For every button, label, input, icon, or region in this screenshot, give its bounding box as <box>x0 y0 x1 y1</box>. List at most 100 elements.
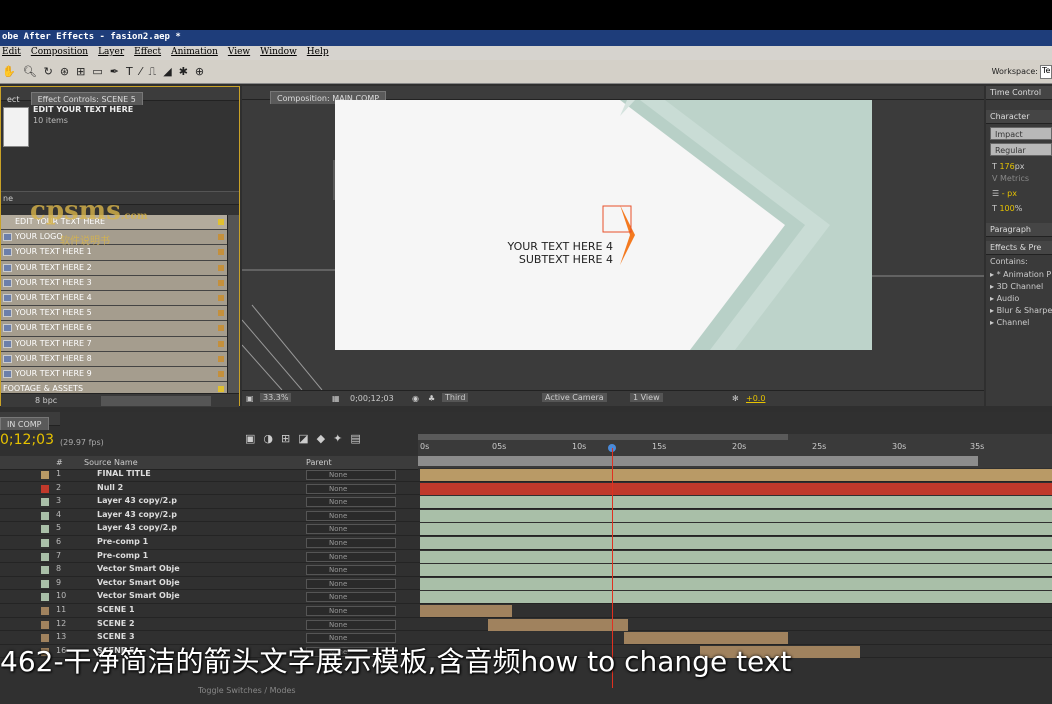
view-layout-select[interactable]: 1 View <box>630 393 663 402</box>
paragraph-header[interactable]: Paragraph <box>986 223 1052 237</box>
axis-mode-icon[interactable]: ⊕ <box>195 65 204 78</box>
draft-3d-icon[interactable]: ◑ <box>263 432 273 448</box>
list-item[interactable]: YOUR TEXT HERE 8 <box>1 351 227 367</box>
brush-tool-icon[interactable]: ⁄ <box>140 65 142 78</box>
time-controls-header[interactable]: Time Control <box>986 86 1052 100</box>
parent-select[interactable]: None <box>306 619 396 630</box>
layer-name[interactable]: Layer 43 copy/2.p <box>97 523 177 532</box>
parent-select[interactable]: None <box>306 470 396 480</box>
list-item[interactable]: YOUR TEXT HERE 2 <box>1 260 227 276</box>
table-row[interactable]: 10 Vector Smart Obje None <box>0 590 1052 604</box>
layer-name[interactable]: SCENE 1 <box>97 605 135 614</box>
brainstorm-icon[interactable]: ✦ <box>333 432 342 448</box>
layer-name[interactable]: Pre-comp 1 <box>97 537 148 546</box>
layer-name[interactable]: FINAL TITLE <box>97 469 151 478</box>
camera-select[interactable]: Active Camera <box>542 393 607 402</box>
column-name[interactable]: ne <box>3 194 13 203</box>
font-select[interactable]: Impact <box>990 127 1052 140</box>
parent-select[interactable]: None <box>306 565 396 576</box>
table-row[interactable]: 12 SCENE 2 None <box>0 618 1052 632</box>
scale-row[interactable]: T 100% <box>986 198 1052 213</box>
motion-blur-icon[interactable]: ◪ <box>298 432 308 448</box>
layer-name[interactable]: Layer 43 copy/2.p <box>97 510 177 519</box>
project-hscroll[interactable] <box>101 396 211 406</box>
eraser-tool-icon[interactable]: ◢ <box>163 65 171 78</box>
label-color-swatch[interactable] <box>41 566 49 575</box>
zoom-select[interactable]: 33.3% <box>260 393 292 402</box>
layer-name[interactable]: Vector Smart Obje <box>97 578 180 587</box>
menu-layer[interactable]: Layer <box>98 47 124 60</box>
layer-duration-bar[interactable] <box>420 591 1052 604</box>
layer-duration-bar[interactable] <box>420 509 1052 522</box>
list-item[interactable]: YOUR TEXT HERE 1 <box>1 245 227 261</box>
parent-select[interactable]: None <box>306 537 396 548</box>
parent-select[interactable]: None <box>306 578 396 589</box>
time-ruler[interactable]: 0s 05s 10s 15s 20s 25s 30s 35s <box>418 434 1052 468</box>
stamp-tool-icon[interactable]: ⎍ <box>149 65 157 79</box>
table-row[interactable]: 6 Pre-comp 1 None <box>0 536 1052 550</box>
table-row[interactable]: 4 Layer 43 copy/2.p None <box>0 509 1052 523</box>
parent-select[interactable]: None <box>306 592 396 603</box>
parent-select[interactable]: None <box>306 524 396 535</box>
label-color-swatch[interactable] <box>41 620 49 629</box>
table-row[interactable]: 1 FINAL TITLE None <box>0 468 1052 482</box>
layer-duration-bar[interactable] <box>420 523 1052 536</box>
table-row[interactable]: 7 Pre-comp 1 None <box>0 550 1052 564</box>
frame-blend-icon[interactable]: ◆ <box>317 432 325 448</box>
layer-name[interactable]: Null 2 <box>97 483 123 492</box>
layer-duration-bar[interactable] <box>420 604 512 617</box>
layer-name[interactable]: Vector Smart Obje <box>97 564 180 573</box>
list-item[interactable]: YOUR LOGO <box>1 230 227 246</box>
table-row[interactable]: 8 Vector Smart Obje None <box>0 563 1052 577</box>
work-area-bar[interactable] <box>418 434 788 440</box>
menu-composition[interactable]: Composition <box>31 47 88 60</box>
list-item[interactable]: YOUR TEXT HERE 5 <box>1 306 227 322</box>
label-color-swatch[interactable] <box>41 525 49 534</box>
region-icon[interactable]: ▣ <box>246 394 254 403</box>
table-row[interactable]: 11 SCENE 1 None <box>0 604 1052 618</box>
menu-animation[interactable]: Animation <box>171 47 218 60</box>
effect-category[interactable]: ▸ * Animation P <box>986 266 1052 279</box>
layer-name[interactable]: Pre-comp 1 <box>97 551 148 560</box>
layer-duration-bar[interactable] <box>420 469 1052 481</box>
menu-edit[interactable]: Edit <box>2 47 21 60</box>
layer-duration-bar[interactable] <box>420 550 1052 563</box>
pan-behind-icon[interactable]: ⊞ <box>76 65 85 78</box>
comp-canvas[interactable]: YOUR TEXT HERE 4 SUBTEXT HERE 4 <box>335 100 872 350</box>
label-color-swatch[interactable] <box>41 579 49 588</box>
label-color-swatch[interactable] <box>41 511 49 520</box>
label-color-swatch[interactable] <box>41 606 49 615</box>
list-item[interactable]: YOUR TEXT HERE 9 <box>1 366 227 383</box>
grid-icon[interactable]: ▦ <box>332 394 340 403</box>
layer-name[interactable]: Layer 43 copy/2.p <box>97 496 177 505</box>
label-color-swatch[interactable] <box>41 538 49 547</box>
table-row[interactable]: 3 Layer 43 copy/2.p None <box>0 495 1052 509</box>
table-row[interactable]: 2 Null 2 None <box>0 482 1052 496</box>
layer-duration-bar[interactable] <box>488 618 628 631</box>
mask-tool-icon[interactable]: ▭ <box>92 65 102 78</box>
list-item[interactable]: YOUR TEXT HERE 6 <box>1 321 227 337</box>
layer-duration-bar[interactable] <box>420 536 1052 549</box>
hand-tool-icon[interactable]: ✋ <box>2 65 16 78</box>
pen-tool-icon[interactable]: ✒ <box>110 65 119 78</box>
menu-effect[interactable]: Effect <box>134 47 161 60</box>
effect-category[interactable]: ▸ 3D Channel <box>986 279 1052 291</box>
label-color-swatch[interactable] <box>41 552 49 561</box>
resolution-select[interactable]: Third <box>442 393 469 402</box>
parent-select[interactable]: None <box>306 510 396 521</box>
timeline-timecode[interactable]: 0;12;03 <box>0 432 54 448</box>
table-row[interactable]: 5 Layer 43 copy/2.p None <box>0 522 1052 536</box>
puppet-tool-icon[interactable]: ✱ <box>179 65 188 78</box>
layer-duration-bar[interactable] <box>420 482 1052 495</box>
character-header[interactable]: Character <box>986 110 1052 124</box>
parent-select[interactable]: None <box>306 483 396 494</box>
layer-name[interactable]: Vector Smart Obje <box>97 591 180 600</box>
label-color-swatch[interactable] <box>41 471 49 479</box>
column-number[interactable]: # <box>56 458 63 467</box>
layer-duration-bar[interactable] <box>420 564 1052 577</box>
column-parent[interactable]: Parent <box>306 458 332 467</box>
kerning-row[interactable]: V Metrics <box>986 171 1052 183</box>
comp-timecode[interactable]: 0;00;12;03 <box>350 394 394 403</box>
label-color-swatch[interactable] <box>41 498 49 507</box>
font-size-row[interactable]: T 176px <box>986 159 1052 171</box>
